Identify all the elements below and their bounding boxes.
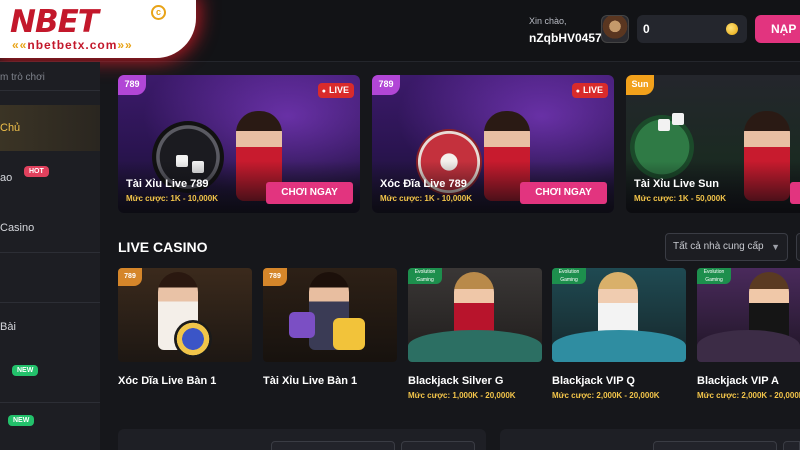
game-name: Tài Xỉu Live Bàn 1 — [263, 375, 358, 387]
dice — [672, 113, 684, 125]
brand-badge: 789 — [372, 75, 400, 95]
divider — [0, 252, 100, 253]
bottom-select[interactable] — [271, 441, 395, 450]
bottom-select[interactable] — [653, 441, 777, 450]
section-title: LIVE CASINO — [118, 239, 208, 255]
logo[interactable]: NBET c ««nbetbetx.com»» — [0, 0, 196, 58]
logo-domain: nbetbetx.com — [27, 38, 118, 52]
page: NBET c ««nbetbetx.com»» Xin chào, nZqbHV… — [0, 0, 800, 450]
bottom-select-partial[interactable] — [783, 441, 800, 450]
deposit-button[interactable]: NẠP — [755, 15, 800, 43]
featured-bet: Mức cược: 1K - 10,000K — [126, 194, 218, 203]
hot-badge: HOT — [24, 166, 49, 177]
featured-title: Tài Xỉu Live 789 — [126, 178, 209, 190]
featured-card-xocdia-789[interactable]: 789 LIVE Xóc Đĩa Live 789 Mức cược: 1K -… — [372, 75, 614, 213]
game-bet: Mức cược: 1,000K - 20,000K — [408, 391, 516, 400]
chevrons-right-icon: »» — [117, 38, 133, 52]
game-card[interactable]: Evolution Gaming — [697, 268, 800, 362]
game-name: Xóc Dĩa Live Bàn 1 — [118, 375, 217, 387]
balance-box[interactable]: 0 — [637, 15, 747, 43]
balance-value: 0 — [643, 22, 650, 36]
divider — [0, 402, 100, 403]
game-name: Blackjack VIP A — [697, 375, 779, 387]
logo-text: NBET — [10, 4, 99, 40]
brand-badge: Sun — [626, 75, 654, 95]
dice — [289, 312, 315, 338]
game-card[interactable]: 789 — [263, 268, 397, 362]
brand-badge: 789 — [263, 268, 287, 286]
divider — [0, 302, 100, 303]
featured-bet: Mức cược: 1K - 50,000K — [634, 194, 726, 203]
play-now-button[interactable]: CHƠI NGAY — [266, 182, 353, 204]
chevron-down-icon: ▼ — [771, 242, 780, 252]
game-bet: Mức cược: 2,000K - 20,000K — [552, 391, 660, 400]
divider — [0, 90, 100, 91]
featured-title: Tài Xỉu Live Sun — [634, 178, 719, 190]
sort-select-partial[interactable] — [796, 233, 800, 261]
sidebar-item-promo[interactable]: ao — [0, 172, 100, 184]
username: nZqbHV0457 — [529, 31, 602, 45]
play-now-button-partial[interactable] — [790, 182, 800, 204]
provider-badge: Evolution Gaming — [697, 268, 731, 284]
sidebar-item-home[interactable]: Chủ — [0, 105, 100, 151]
dice — [333, 318, 365, 350]
game-name: Blackjack Silver G — [408, 375, 504, 387]
game-bet: Mức cược: 2,000K - 20,000K — [697, 391, 800, 400]
sidebar-item-label: Casino — [0, 222, 35, 234]
logo-registered-mark: c — [151, 5, 166, 20]
top-bar: NBET c ««nbetbetx.com»» Xin chào, nZqbHV… — [0, 0, 800, 62]
sidebar-item-label: ao — [0, 172, 13, 184]
chevrons-icon: «« — [12, 38, 28, 52]
game-card[interactable]: 789 — [118, 268, 252, 362]
provider-badge: Evolution Gaming — [408, 268, 442, 284]
logo-subtitle: ««nbetbetx.com»» — [12, 38, 133, 52]
live-badge: LIVE — [571, 83, 608, 98]
featured-card-taixiu-789[interactable]: 789 LIVE Tài Xỉu Live 789 Mức cược: 1K -… — [118, 75, 360, 213]
featured-title: Xóc Đĩa Live 789 — [380, 178, 467, 190]
coin-icon — [726, 23, 738, 35]
sidebar: m trò chơi Chủ ao HOT Casino Bài NEW NEW — [0, 62, 100, 450]
greeting-text: Xin chào, — [529, 16, 567, 26]
xocdia-bowl — [174, 320, 212, 358]
blackjack-table — [697, 330, 800, 362]
new-badge: NEW — [8, 415, 35, 426]
blackjack-table — [408, 330, 542, 362]
provider-select-value: Tất cả nhà cung cấp — [673, 241, 764, 252]
avatar[interactable] — [601, 15, 629, 43]
sidebar-search-input[interactable]: m trò chơi — [0, 72, 100, 83]
provider-select[interactable]: Tất cả nhà cung cấp ▼ — [665, 233, 788, 261]
sidebar-item-casino[interactable]: Casino — [0, 222, 100, 234]
game-card[interactable]: Evolution Gaming — [552, 268, 686, 362]
play-now-button[interactable]: CHƠI NGAY — [520, 182, 607, 204]
live-badge: LIVE — [317, 83, 354, 98]
bottom-select[interactable] — [401, 441, 475, 450]
featured-card-taixiu-sun[interactable]: Sun Tài Xỉu Live Sun Mức cược: 1K - 50,0… — [626, 75, 800, 213]
brand-badge: 789 — [118, 268, 142, 286]
game-name: Blackjack VIP Q — [552, 375, 635, 387]
sidebar-item-label: Chủ — [0, 122, 21, 134]
game-card[interactable]: Evolution Gaming — [408, 268, 542, 362]
brand-badge: 789 — [118, 75, 146, 95]
blackjack-table — [552, 330, 686, 362]
sidebar-item-cards[interactable]: Bài — [0, 321, 100, 333]
featured-bet: Mức cược: 1K - 10,000K — [380, 194, 472, 203]
dice — [658, 119, 670, 131]
provider-badge: Evolution Gaming — [552, 268, 586, 284]
sidebar-item-label: Bài — [0, 321, 16, 333]
new-badge: NEW — [12, 365, 39, 376]
